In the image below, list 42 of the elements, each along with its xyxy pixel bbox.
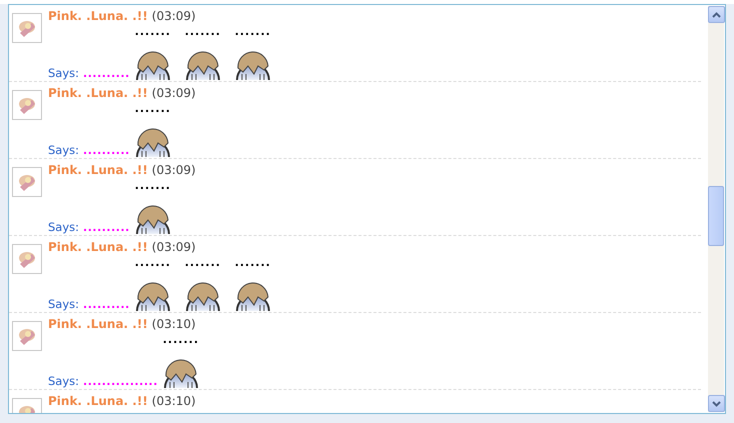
avatar-icon [12, 167, 42, 197]
sender-name: Pink. .Luna. .!! [48, 86, 148, 100]
emoticon-caption: ....... [234, 25, 271, 38]
says-label: Says: [48, 374, 80, 390]
emoticon-caption: ....... [134, 25, 171, 38]
message-text: .......... [83, 298, 130, 313]
avatar-icon [12, 244, 42, 274]
sender-name: Pink. .Luna. .!! [48, 9, 148, 23]
sender-name: Pink. .Luna. .!! [48, 317, 148, 331]
avatar-icon [12, 13, 42, 43]
emoticon-caption: ....... [234, 256, 271, 269]
message-time: (03:09) [152, 163, 196, 177]
message-time: (03:10) [152, 394, 196, 408]
sender-name: Pink. .Luna. .!! [48, 394, 148, 408]
message-time: (03:09) [152, 86, 196, 100]
chevron-up-icon [712, 12, 721, 18]
scrollbar[interactable] [708, 6, 724, 412]
says-label: Says: [48, 66, 80, 82]
says-label: Says: [48, 220, 80, 236]
chevron-down-icon [712, 400, 721, 406]
message-text: .......... [83, 144, 130, 159]
scroll-up-button[interactable] [708, 6, 725, 23]
sender-name: Pink. .Luna. .!! [48, 163, 148, 177]
emoticon-caption: ....... [162, 333, 200, 346]
emoticon-caption: ....... [134, 102, 171, 115]
emoticon-caption: ....... [134, 179, 171, 192]
message-time: (03:09) [152, 9, 196, 23]
says-label: Says: [48, 297, 80, 313]
message-text: .......... [83, 221, 130, 236]
says-label: Says: [48, 143, 80, 159]
avatar-icon [12, 90, 42, 120]
emoticon-caption: ....... [184, 256, 221, 269]
sender-name: Pink. .Luna. .!! [48, 240, 148, 254]
scroll-down-button[interactable] [708, 395, 725, 412]
message-time: (03:09) [152, 240, 196, 254]
message-text: .......... [83, 67, 130, 82]
emoticon-caption: ....... [184, 25, 221, 38]
message-time: (03:10) [152, 317, 196, 331]
emoticon-caption: ....... [134, 256, 171, 269]
avatar-icon [12, 321, 42, 351]
scroll-thumb[interactable] [708, 186, 724, 246]
message-text: ................ [83, 375, 158, 390]
